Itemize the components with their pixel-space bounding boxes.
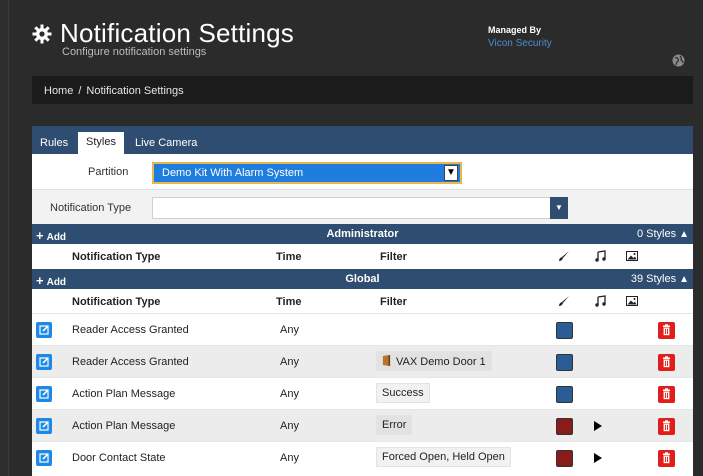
partition-row: Partition Demo Kit With Alarm System ▼ [32,154,693,189]
color-swatch[interactable] [556,450,573,467]
row-time: Any [280,356,299,368]
table-row: Reader Access Granted Any [32,313,693,345]
administrator-section-bar: + Add Administrator 0 Styles ▲ [32,224,693,244]
table-row: Action Plan Message Any Error [32,409,693,441]
edit-icon [39,421,49,431]
tab-rules[interactable]: Rules [32,133,76,154]
table-row: Action Plan Message Any Success [32,377,693,409]
play-icon[interactable] [594,453,602,463]
edit-icon [39,453,49,463]
breadcrumb-home[interactable]: Home [44,85,73,97]
edit-button[interactable] [36,322,52,338]
row-filter: Forced Open, Held Open [376,447,511,467]
notification-type-row: Notification Type ▼ [32,189,693,224]
chevron-down-icon[interactable]: ▼ [444,165,458,181]
edit-button[interactable] [36,386,52,402]
brush-icon [559,296,569,306]
delete-button[interactable] [658,322,675,339]
breadcrumb: Home / Notification Settings [32,76,693,104]
global-count: 39 Styles [630,273,677,285]
row-notification-type: Door Contact State [72,452,166,464]
tab-bar: Rules Styles Live Camera [32,126,693,154]
global-column-header: Notification Type Time Filter [32,289,693,313]
notification-type-select[interactable]: ▼ [152,197,568,219]
page-title: Notification Settings [60,18,294,48]
breadcrumb-separator: / [78,85,82,97]
column-time: Time [276,296,302,308]
trash-icon [663,388,670,400]
delete-button[interactable] [658,386,675,403]
row-filter-text: Error [382,419,407,431]
image-icon [626,251,638,261]
color-swatch[interactable] [556,322,573,339]
trash-icon [663,452,670,464]
music-note-icon [595,250,606,262]
notification-type-label: Notification Type [50,202,132,214]
tab-styles[interactable]: Styles [78,132,124,154]
row-filter-text: Forced Open, Held Open [382,451,505,463]
row-notification-type: Reader Access Granted [72,356,189,368]
column-filter: Filter [380,296,407,308]
row-time: Any [280,452,299,464]
partition-label: Partition [88,166,129,178]
row-time: Any [280,388,299,400]
row-filter-text: Success [382,387,424,399]
row-notification-type: Action Plan Message [72,420,176,432]
global-section-title: Global [345,273,380,285]
trash-icon [663,420,670,432]
image-icon [626,296,638,306]
color-swatch[interactable] [556,354,573,371]
trash-icon [663,324,670,336]
edit-button[interactable] [36,450,52,466]
administrator-section-title: Administrator [326,228,399,240]
row-time: Any [280,324,299,336]
color-swatch[interactable] [556,386,573,403]
administrator-column-header: Notification Type Time Filter [32,244,693,268]
partition-value: Demo Kit With Alarm System [162,167,304,179]
play-icon[interactable] [594,421,602,431]
administrator-toggle[interactable]: 0 Styles ▲ [637,228,689,240]
page-subtitle: Configure notification settings [62,46,207,58]
delete-button[interactable] [658,450,675,467]
styles-panel: Rules Styles Live Camera Partition Demo … [32,126,693,476]
tab-live-camera[interactable]: Live Camera [127,133,205,154]
gear-icon [32,24,52,44]
global-toggle[interactable]: 39 Styles ▲ [631,273,689,285]
table-row: Reader Access Granted Any VAX Demo Door 1 [32,345,693,377]
column-filter: Filter [380,251,407,263]
chevron-up-icon: ▲ [679,274,689,285]
edit-button[interactable] [36,418,52,434]
edit-icon [39,325,49,335]
brush-icon [559,251,569,261]
administrator-count: 0 Styles [636,228,677,240]
column-time: Time [276,251,302,263]
music-note-icon [595,295,606,307]
column-notification-type: Notification Type [72,296,161,308]
row-notification-type: Action Plan Message [72,388,176,400]
managed-by-label: Managed By [488,25,542,35]
globe-icon[interactable] [672,54,685,67]
row-filter: Error [376,415,413,435]
column-notification-type: Notification Type [72,251,161,263]
delete-button[interactable] [658,354,675,371]
row-filter: VAX Demo Door 1 [376,351,492,371]
row-filter: Success [376,383,430,403]
delete-button[interactable] [658,418,675,435]
color-swatch[interactable] [556,418,573,435]
caret-down-icon[interactable]: ▼ [550,197,568,219]
trash-icon [663,356,670,368]
managed-by-value[interactable]: Vicon Security [488,38,552,49]
chevron-up-icon: ▲ [679,229,689,240]
partition-select[interactable]: Demo Kit With Alarm System ▼ [152,162,462,184]
edit-icon [39,389,49,399]
edit-button[interactable] [36,354,52,370]
row-filter-text: VAX Demo Door 1 [396,356,486,368]
door-icon [382,355,391,366]
table-row: Door Contact State Any Forced Open, Held O… [32,441,693,473]
breadcrumb-current: Notification Settings [86,85,184,97]
global-section-bar: + Add Global 39 Styles ▲ [32,269,693,289]
row-time: Any [280,420,299,432]
row-notification-type: Reader Access Granted [72,324,189,336]
edit-icon [39,357,49,367]
